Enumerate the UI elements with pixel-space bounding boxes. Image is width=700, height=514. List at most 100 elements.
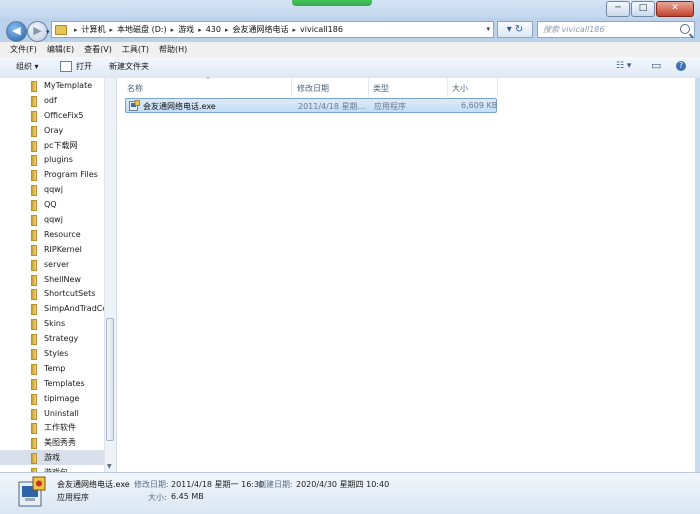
nav-folder-item[interactable]: Uninstall	[0, 406, 116, 421]
nav-folder-item[interactable]: qqwj	[0, 182, 116, 197]
folder-icon	[31, 423, 37, 435]
breadcrumb-separator-icon[interactable]: ▸	[293, 26, 297, 34]
nav-folder-label: Oray	[44, 125, 64, 135]
navigation-pane: MyTemplate odf OfficeFix5 Oray pc下载网 plugins P…	[0, 78, 117, 472]
maximize-button[interactable]: □	[631, 1, 655, 17]
nav-folder-label: 工作软件	[44, 423, 76, 433]
minimize-button[interactable]: ─	[606, 1, 630, 17]
nav-folder-item[interactable]: OfficeFix5	[0, 108, 116, 123]
nav-folder-item[interactable]: odf	[0, 93, 116, 108]
file-row[interactable]: 会友通网络电话.exe 2011/4/18 星期... 应用程序 6,609 K…	[125, 98, 497, 113]
nav-folder-item[interactable]: RIPKernel	[0, 242, 116, 257]
nav-folder-item[interactable]: Program Files	[0, 167, 116, 182]
folder-icon	[31, 229, 37, 241]
nav-folder-item[interactable]: ShortcutSets	[0, 286, 116, 301]
column-divider[interactable]	[368, 78, 369, 97]
nav-folder-label: MyTemplate	[44, 80, 93, 90]
nav-folder-label: plugins	[44, 155, 73, 165]
breadcrumb-separator-icon[interactable]: ▸	[74, 26, 78, 34]
folder-icon	[31, 81, 37, 92]
file-size: 6,609 KB	[461, 101, 498, 110]
column-name[interactable]: 名称	[127, 83, 143, 94]
details-created-value: 2020/4/30 星期四 10:40	[296, 480, 390, 489]
nav-folder-item[interactable]: Styles	[0, 346, 116, 361]
column-divider[interactable]	[447, 78, 448, 97]
close-button[interactable]: ✕	[656, 1, 694, 17]
breadcrumb-app-folder[interactable]: 会友通网络电话	[233, 24, 289, 35]
breadcrumb-local-disk[interactable]: 本地磁盘 (D:)	[117, 24, 167, 35]
back-button[interactable]: ◀	[6, 21, 27, 42]
nav-folder-item[interactable]: Skins	[0, 316, 116, 331]
nav-folder-item[interactable]: Templates	[0, 376, 116, 391]
column-divider[interactable]	[497, 78, 498, 97]
nav-folder-item[interactable]: plugins	[0, 152, 116, 167]
nav-scrollbar[interactable]: ▼	[104, 78, 116, 472]
menu-edit[interactable]: 编辑(E)	[47, 44, 74, 55]
open-button[interactable]: 打开	[60, 61, 92, 72]
breadcrumb-separator-icon[interactable]: ▸	[225, 26, 229, 34]
nav-folder-item[interactable]: qqwj	[0, 212, 116, 227]
nav-folder-label: qqwj	[44, 214, 63, 224]
nav-folder-label: ShortcutSets	[44, 289, 96, 299]
folder-icon	[31, 319, 37, 331]
search-input[interactable]: 搜索 vivicall186	[537, 21, 695, 38]
nav-folder-item[interactable]: pc下载网	[0, 138, 116, 153]
help-icon[interactable]: ?	[676, 61, 686, 71]
breadcrumb-vivicall186[interactable]: vivicall186	[300, 25, 343, 34]
details-modified-value: 2011/4/18 星期一 16:30	[171, 480, 265, 489]
scroll-down-icon[interactable]: ▼	[107, 463, 112, 470]
command-bar: 组织 ▾ 打开 新建文件夹 ☷ ▾ ▭ ?	[0, 57, 700, 79]
menu-view[interactable]: 查看(V)	[84, 44, 112, 55]
nav-folder-item[interactable]: MyTemplate	[0, 78, 116, 93]
nav-folder-item[interactable]: 美图秀秀	[0, 435, 116, 450]
breadcrumb-separator-icon[interactable]: ▸	[171, 26, 175, 34]
breadcrumb-separator-icon[interactable]: ▸	[198, 26, 202, 34]
folder-icon	[31, 244, 37, 256]
breadcrumb-separator-icon[interactable]: ▸	[110, 26, 114, 34]
nav-folder-item[interactable]: 游戏包	[0, 465, 116, 472]
address-dropdown-icon[interactable]: ▾	[486, 25, 490, 33]
refresh-button[interactable]: ▾ ↻	[497, 21, 533, 38]
nav-folder-item[interactable]: 工作软件	[0, 420, 116, 435]
view-options-icon[interactable]: ☷ ▾	[616, 61, 631, 71]
column-header-row: ⌃ 名称 修改日期 类型 大小	[117, 76, 695, 97]
breadcrumb-430[interactable]: 430	[206, 25, 221, 34]
address-bar[interactable]: ▸ 计算机 ▸ 本地磁盘 (D:) ▸ 游戏 ▸ 430 ▸ 会友通网络电话 ▸…	[51, 21, 494, 38]
recent-pages-dropdown-icon[interactable]: ▾	[46, 28, 50, 36]
column-type[interactable]: 类型	[373, 83, 389, 94]
exe-file-large-icon	[18, 476, 46, 507]
folder-icon	[31, 200, 37, 212]
forward-button[interactable]: ▶	[27, 21, 48, 42]
nav-folder-item[interactable]: SimpAndTradCo	[0, 301, 116, 316]
nav-folder-item[interactable]: ShellNew	[0, 272, 116, 287]
nav-folder-item[interactable]: tipimage	[0, 391, 116, 406]
scrollbar-thumb[interactable]	[106, 318, 114, 441]
details-size-label: 大小:	[148, 493, 167, 502]
menu-tools[interactable]: 工具(T)	[122, 44, 149, 55]
folder-icon	[31, 408, 37, 420]
menu-help[interactable]: 帮助(H)	[159, 44, 187, 55]
column-modified[interactable]: 修改日期	[297, 83, 329, 94]
nav-folder-item[interactable]: Temp	[0, 361, 116, 376]
new-folder-button[interactable]: 新建文件夹	[109, 61, 149, 72]
nav-folder-item[interactable]: Strategy	[0, 331, 116, 346]
search-icon[interactable]	[680, 24, 690, 34]
column-size[interactable]: 大小	[452, 83, 468, 94]
folder-icon	[31, 110, 37, 122]
organize-button[interactable]: 组织 ▾	[16, 61, 39, 72]
nav-folder-item[interactable]: server	[0, 257, 116, 272]
sort-ascending-icon: ⌃	[205, 76, 211, 84]
nav-folder-label: Resource	[44, 229, 81, 239]
nav-folder-item[interactable]: Resource	[0, 227, 116, 242]
folder-icon	[31, 289, 37, 301]
breadcrumb-games[interactable]: 游戏	[178, 24, 194, 35]
nav-folder-label: pc下载网	[44, 140, 78, 150]
details-pane: 会友通网络电话.exe 修改日期: 2011/4/18 星期一 16:30 创建…	[0, 472, 700, 514]
menu-file[interactable]: 文件(F)	[10, 44, 37, 55]
breadcrumb-computer[interactable]: 计算机	[82, 24, 106, 35]
nav-folder-item[interactable]: QQ	[0, 197, 116, 212]
nav-folder-item[interactable]: 游戏	[0, 450, 116, 466]
column-divider[interactable]	[291, 78, 292, 97]
nav-folder-item[interactable]: Oray	[0, 123, 116, 138]
preview-pane-icon[interactable]: ▭	[651, 59, 661, 72]
